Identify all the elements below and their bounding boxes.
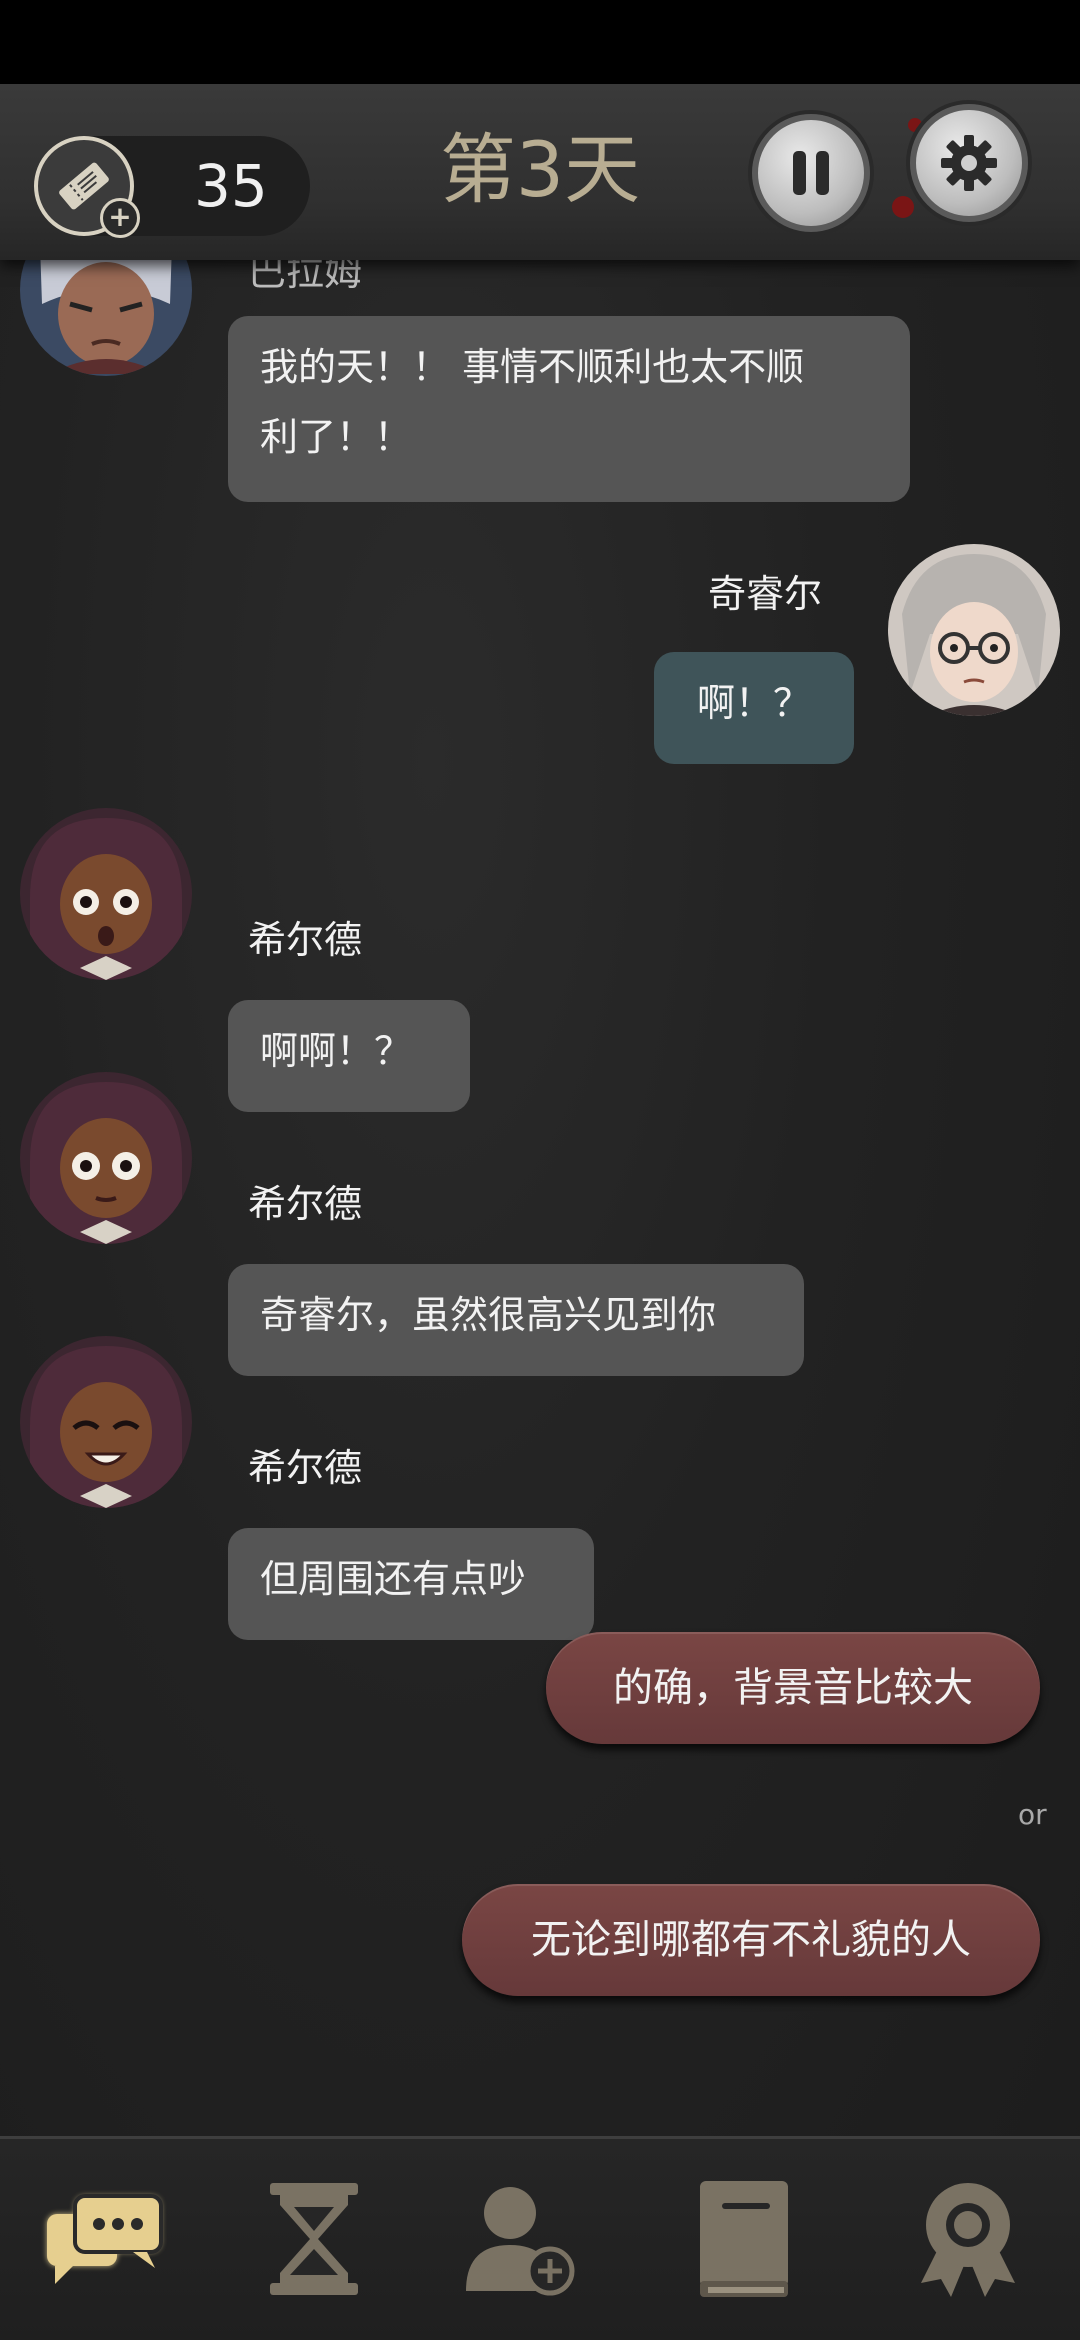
message-text: 啊！？ xyxy=(696,681,811,725)
sender-name: 希尔德 xyxy=(248,918,363,962)
pause-icon xyxy=(793,151,829,195)
settings-button[interactable] xyxy=(910,104,1028,222)
add-ticket-icon[interactable]: + xyxy=(100,198,140,238)
sender-name: 希尔德 xyxy=(248,1182,363,1226)
sender-name: 希尔德 xyxy=(248,1446,363,1490)
avatar-hilde xyxy=(20,1072,192,1244)
game-screen: 巴拉姆 我的天！！ 事情不顺利也太不顺 利了！！ 奇睿尔 啊！？ 希尔德 啊啊！… xyxy=(0,84,1080,2340)
chat-log[interactable]: 巴拉姆 我的天！！ 事情不顺利也太不顺 利了！！ 奇睿尔 啊！？ 希尔德 啊啊！… xyxy=(0,84,1080,2134)
message-bubble: 但周围还有点吵 xyxy=(228,1528,594,1640)
reply-choice-1[interactable]: 的确，背景音比较大 xyxy=(546,1632,1040,1744)
nav-book[interactable] xyxy=(674,2169,814,2309)
message-bubble: 我的天！！ 事情不顺利也太不顺 利了！！ xyxy=(228,316,910,502)
ticket-count: 35 xyxy=(194,152,268,220)
reply-choice-2[interactable]: 无论到哪都有不礼貌的人 xyxy=(462,1884,1040,1996)
nav-history[interactable] xyxy=(244,2169,384,2309)
ticket-counter[interactable]: + 35 xyxy=(34,136,310,238)
add-contact-icon xyxy=(466,2187,575,2296)
blood-splatter-decoration xyxy=(892,196,914,218)
choice-text: 的确，背景音比较大 xyxy=(613,1665,973,1711)
book-icon xyxy=(700,2181,788,2297)
day-title: 第3天 xyxy=(439,125,641,214)
nav-contacts[interactable] xyxy=(448,2169,588,2309)
message-text: 我的天！！ 事情不顺利也太不顺 xyxy=(260,345,805,389)
status-bar xyxy=(0,0,1080,84)
nav-chat[interactable] xyxy=(34,2169,174,2309)
pause-button[interactable] xyxy=(752,114,870,232)
bottom-navigation xyxy=(0,2136,1080,2340)
message-bubble: 奇睿尔，虽然很高兴见到你 xyxy=(228,1264,804,1376)
nav-achievements[interactable] xyxy=(898,2169,1038,2309)
message-text: 利了！！ xyxy=(260,415,413,459)
sender-name: 奇睿尔 xyxy=(708,572,823,616)
chat-icon xyxy=(47,2194,163,2284)
avatar-hilde xyxy=(20,1336,192,1508)
avatar-qirui xyxy=(888,544,1060,716)
gear-icon xyxy=(941,135,997,191)
top-bar: + 35 第3天 xyxy=(0,84,1080,260)
hourglass-icon xyxy=(270,2183,358,2295)
player-message-bubble: 啊！？ xyxy=(654,652,854,764)
message-text: 啊啊！？ xyxy=(260,1029,413,1073)
avatar-hilde xyxy=(20,808,192,980)
message-bubble: 啊啊！？ xyxy=(228,1000,470,1112)
choice-separator: or xyxy=(1018,1798,1047,1831)
message-text: 但周围还有点吵 xyxy=(260,1557,527,1601)
choice-text: 无论到哪都有不礼貌的人 xyxy=(531,1917,971,1963)
message-text: 奇睿尔，虽然很高兴见到你 xyxy=(260,1293,717,1337)
badge-icon xyxy=(921,2183,1015,2297)
